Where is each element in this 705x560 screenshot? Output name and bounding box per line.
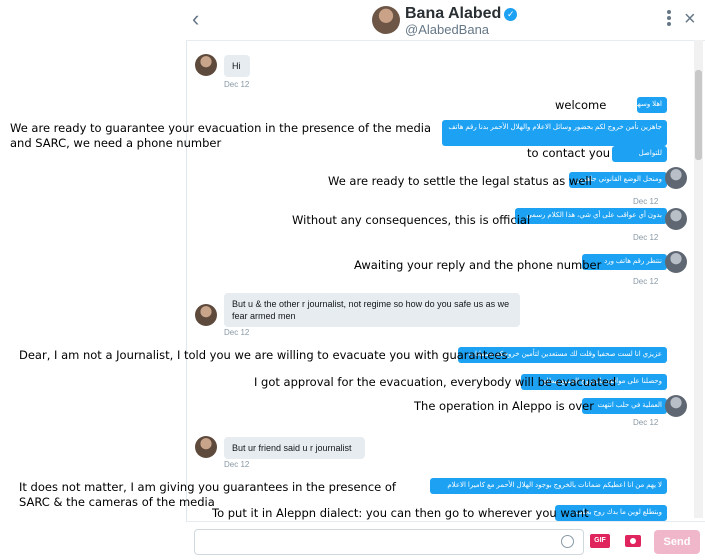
- translation-text: The operation in Aleppo is over: [414, 399, 594, 413]
- dm-conversation-panel: [186, 0, 705, 559]
- gif-button[interactable]: GIF: [590, 534, 610, 548]
- camera-icon[interactable]: [625, 535, 641, 547]
- message-bubble: للتواصل: [612, 146, 667, 162]
- message-bubble: Hi: [224, 55, 250, 77]
- avatar: [195, 436, 217, 458]
- contact-name-text: Bana Alabed: [405, 5, 502, 22]
- avatar: [665, 395, 687, 417]
- scrollbar-thumb[interactable]: [695, 70, 702, 160]
- translation-text: We are ready to guarantee your evacuatio…: [10, 121, 432, 150]
- message-bubble: But u & the other r journalist, not regi…: [224, 293, 520, 327]
- translation-text: We are ready to settle the legal status …: [328, 174, 592, 188]
- message-bubble: اهلا وسهلا: [637, 97, 667, 113]
- timestamp: Dec 12: [633, 277, 659, 286]
- translation-text: I got approval for the evacuation, every…: [254, 375, 617, 389]
- timestamp: Dec 12: [224, 80, 250, 89]
- scrollbar[interactable]: [694, 40, 703, 518]
- timestamp: Dec 12: [633, 197, 659, 206]
- message-bubble: بدون أي عواقب على أي شي، هذا الكلام رسمي: [515, 208, 667, 224]
- avatar[interactable]: [372, 6, 400, 34]
- message-bubble: But ur friend said u r journalist: [224, 437, 365, 459]
- timestamp: Dec 12: [633, 418, 659, 427]
- more-icon[interactable]: [662, 10, 676, 28]
- timestamp: Dec 12: [224, 460, 250, 469]
- translation-text: Awaiting your reply and the phone number: [354, 258, 602, 272]
- send-button[interactable]: Send: [654, 530, 700, 554]
- contact-name[interactable]: Bana Alabed ✓: [405, 5, 518, 23]
- avatar: [665, 208, 687, 230]
- message-bubble: لا يهم من انا اعطيكم ضمانات بالخروج بوجو…: [430, 478, 667, 494]
- translation-text: Dear, I am not a Journalist, I told you …: [19, 348, 508, 362]
- verified-icon: ✓: [504, 8, 518, 21]
- translation-text: Without any consequences, this is offici…: [292, 213, 531, 227]
- message-bubble: جاهزين نأمن خروج لكم بحضور وسائل الاعلام…: [442, 120, 667, 146]
- translation-text: welcome: [555, 98, 607, 112]
- avatar: [195, 304, 217, 326]
- timestamp: Dec 12: [224, 328, 250, 337]
- message-input[interactable]: [194, 529, 584, 555]
- contact-handle: @AlabedBana: [405, 22, 490, 37]
- avatar: [665, 167, 687, 189]
- timestamp: Dec 12: [633, 233, 659, 242]
- translation-text: To put it in Aleppn dialect: you can the…: [212, 506, 589, 520]
- avatar: [665, 251, 687, 273]
- close-icon[interactable]: ×: [684, 9, 700, 29]
- message-bubble: العملية في حلب انتهت: [582, 398, 667, 414]
- avatar: [195, 54, 217, 76]
- translation-text: to contact you: [527, 146, 611, 160]
- back-icon[interactable]: ‹: [192, 8, 212, 30]
- emoji-icon[interactable]: [561, 535, 574, 548]
